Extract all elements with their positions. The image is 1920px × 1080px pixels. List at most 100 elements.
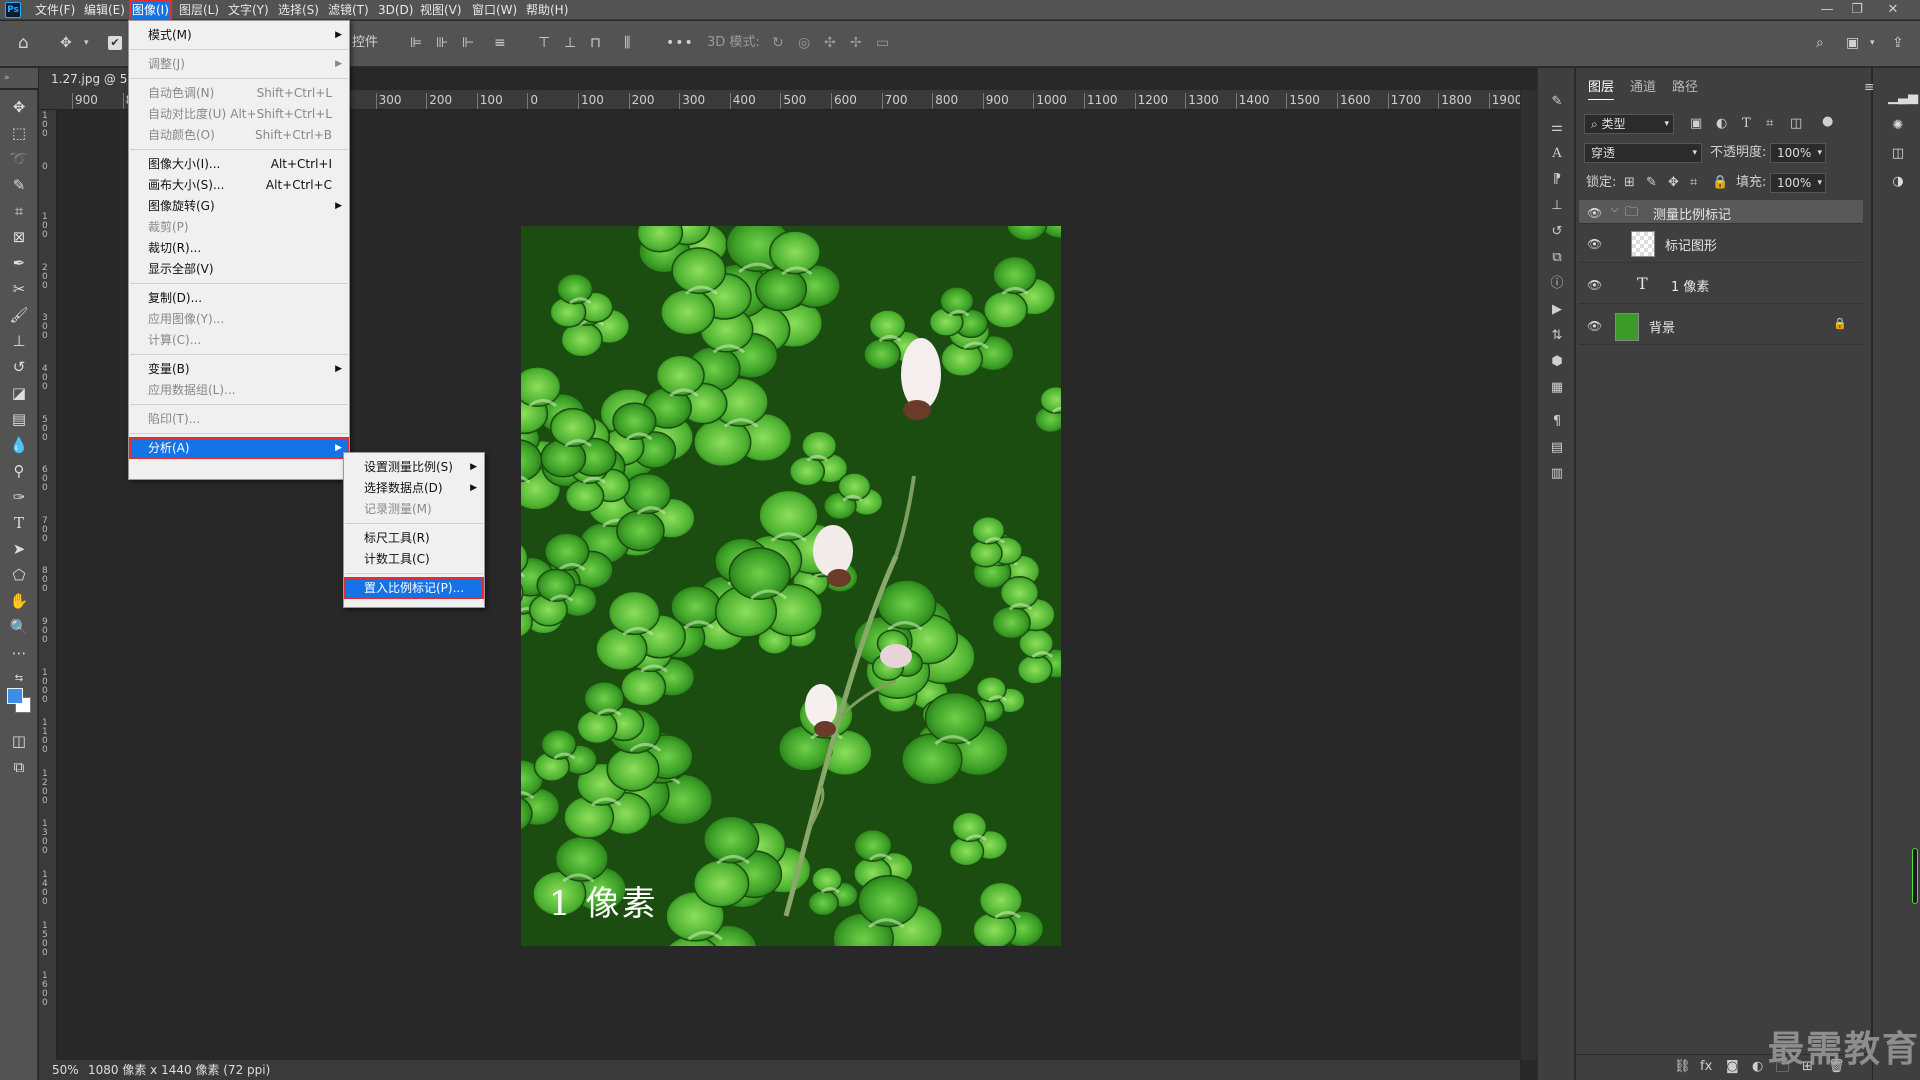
dodge-tool-icon[interactable]: ⚲ bbox=[8, 460, 30, 482]
zoom-tool-icon[interactable]: 🔍 bbox=[8, 616, 30, 638]
menu-layer[interactable]: 图层(L) bbox=[177, 0, 221, 20]
lock-transparent-icon[interactable]: ⊞ bbox=[1624, 173, 1635, 193]
pen-tool-icon[interactable]: ✑ bbox=[8, 486, 30, 508]
layer-row-text[interactable]: 👁 T 1 像素 bbox=[1579, 266, 1863, 304]
filter-smart-icon[interactable]: ◫ bbox=[1790, 114, 1802, 134]
align-right-icon[interactable]: ⊩ bbox=[462, 34, 474, 52]
quick-mask-icon[interactable]: ◫ bbox=[8, 730, 30, 752]
menu-image[interactable]: 图像(I) bbox=[129, 0, 172, 21]
eye-icon[interactable]: 👁 bbox=[1587, 319, 1602, 333]
add-mask-icon[interactable]: ◙ bbox=[1726, 1059, 1739, 1074]
libraries-icon[interactable]: ◫ bbox=[1888, 144, 1908, 164]
distribute-vertical-icon[interactable]: ⫼ bbox=[624, 34, 630, 52]
analysis-menu-item[interactable]: 置入比例标记(P)... bbox=[344, 577, 484, 599]
screen-mode-icon[interactable]: ⧉ bbox=[8, 756, 30, 778]
3d-icon[interactable]: ⬢ bbox=[1547, 352, 1567, 372]
image-menu-item[interactable]: 分析(A) ▶ bbox=[129, 437, 349, 459]
align-bottom-icon[interactable]: ⊓ bbox=[590, 34, 601, 52]
analysis-menu-item[interactable]: 标尺工具(R) bbox=[345, 528, 483, 548]
tab-paths[interactable]: 路径 bbox=[1672, 76, 1698, 100]
lock-artboard-icon[interactable]: ⌗ bbox=[1690, 173, 1697, 193]
menu-help[interactable]: 帮助(H) bbox=[524, 0, 570, 20]
image-menu-item[interactable]: 显示全部(V) bbox=[130, 259, 348, 279]
swap-colors-icon[interactable]: ⇆ bbox=[8, 668, 30, 690]
more-tools-icon[interactable]: ⋯ bbox=[8, 642, 30, 664]
document-image[interactable] bbox=[521, 226, 1061, 946]
chevron-down-icon[interactable]: ▾ bbox=[84, 34, 89, 52]
history-brush-tool-icon[interactable]: ↺ bbox=[8, 356, 30, 378]
eye-icon[interactable]: 👁 bbox=[1587, 237, 1602, 251]
menu-view[interactable]: 视图(V) bbox=[418, 0, 464, 20]
blur-tool-icon[interactable]: 💧 bbox=[8, 434, 30, 456]
move-tool-icon[interactable]: ✥ bbox=[8, 96, 30, 118]
close-icon[interactable]: ✕ bbox=[1878, 0, 1908, 20]
document-tab[interactable]: 1.27.jpg @ 50 bbox=[39, 68, 131, 90]
foreground-color-swatch-front[interactable] bbox=[7, 688, 23, 704]
fill-input[interactable]: 100% ▾ bbox=[1770, 173, 1826, 193]
layer-row-shape[interactable]: 👁 标记图形 bbox=[1579, 225, 1863, 263]
brush-settings-icon[interactable]: ✎ bbox=[1547, 92, 1567, 112]
filter-type-icon[interactable]: T bbox=[1742, 114, 1751, 134]
chevron-down-icon[interactable]: ▾ bbox=[1870, 34, 1875, 52]
menu-file[interactable]: 文件(F) bbox=[33, 0, 77, 20]
menu-edit[interactable]: 编辑(E) bbox=[82, 0, 127, 20]
toolbar-collapse[interactable]: » bbox=[0, 68, 38, 88]
eye-icon[interactable]: 👁 bbox=[1587, 278, 1602, 292]
navigator-icon[interactable]: ✺ bbox=[1888, 116, 1908, 136]
glyphs-icon[interactable]: ▥ bbox=[1547, 464, 1567, 484]
properties-icon[interactable]: ⇅ bbox=[1547, 326, 1567, 346]
3d-camera-icon[interactable]: ▭ bbox=[876, 34, 889, 52]
lock-image-icon[interactable]: ✎ bbox=[1646, 173, 1657, 193]
3d-pan-icon[interactable]: ✣ bbox=[824, 34, 836, 52]
restore-icon[interactable]: ❐ bbox=[1842, 0, 1872, 20]
image-menu-item[interactable]: 图像大小(I)... Alt+Ctrl+I bbox=[130, 154, 348, 174]
path-select-tool-icon[interactable]: ➤ bbox=[8, 538, 30, 560]
3d-slide-icon[interactable]: ✢ bbox=[850, 34, 862, 52]
filter-toggle-icon[interactable]: ● bbox=[1822, 112, 1833, 132]
lock-position-icon[interactable]: ✥ bbox=[1668, 173, 1679, 193]
quick-select-tool-icon[interactable]: ✎ bbox=[8, 174, 30, 196]
layer-comps-icon[interactable]: ⧉ bbox=[1547, 248, 1567, 268]
tab-layers[interactable]: 图层 bbox=[1588, 76, 1615, 100]
fx-icon[interactable]: fx bbox=[1700, 1059, 1712, 1074]
filter-pixel-icon[interactable]: ▣ bbox=[1690, 114, 1702, 134]
align-top-icon[interactable]: ⊤ bbox=[538, 34, 550, 52]
gradient-tool-icon[interactable]: ▤ bbox=[8, 408, 30, 430]
filter-shape-icon[interactable]: ⌗ bbox=[1766, 114, 1773, 134]
image-menu-item[interactable]: 变量(B) ▶ bbox=[130, 359, 348, 379]
menu-type[interactable]: 文字(Y) bbox=[226, 0, 271, 20]
clone-stamp-tool-icon[interactable]: ⊥ bbox=[8, 330, 30, 352]
layer-row-group[interactable]: 👁 ⌵ 🗀 测量比例标记 bbox=[1579, 200, 1863, 224]
image-menu-item[interactable]: 图像旋转(G) ▶ bbox=[130, 196, 348, 216]
menu-filter[interactable]: 滤镜(T) bbox=[326, 0, 371, 20]
paragraph-style-icon[interactable]: ⁋ bbox=[1547, 170, 1567, 190]
auto-select-checkbox[interactable]: ✔ bbox=[108, 36, 122, 50]
brush-tool-icon[interactable]: 🖌 bbox=[8, 304, 30, 326]
link-layers-icon[interactable]: ⛓ bbox=[1674, 1059, 1691, 1074]
paragraph-icon[interactable]: ¶ bbox=[1547, 412, 1567, 432]
color-icon[interactable]: ◑ bbox=[1888, 172, 1908, 192]
search-icon[interactable]: ⌕ bbox=[1816, 34, 1824, 52]
home-icon[interactable]: ⌂ bbox=[18, 34, 29, 52]
filter-kind-select[interactable]: ⌕ 类型 ▾ bbox=[1584, 114, 1674, 134]
history-icon[interactable]: ↺ bbox=[1547, 222, 1567, 242]
3d-roll-icon[interactable]: ◎ bbox=[798, 34, 810, 52]
clone-source-icon[interactable]: ⊥ bbox=[1547, 196, 1567, 216]
distribute-icon[interactable]: ≡ bbox=[494, 34, 506, 52]
filter-adjust-icon[interactable]: ◐ bbox=[1716, 114, 1727, 134]
histogram-icon[interactable]: ▁▃▅ bbox=[1888, 88, 1918, 108]
eye-icon[interactable]: 👁 bbox=[1587, 206, 1602, 220]
image-menu-item[interactable]: 画布大小(S)... Alt+Ctrl+C bbox=[130, 175, 348, 195]
document-info[interactable]: 1080 像素 x 1440 像素 (72 ppi) bbox=[88, 1060, 270, 1080]
table-icon[interactable]: ▦ bbox=[1547, 378, 1567, 398]
analysis-menu-item[interactable]: 设置测量比例(S) ▶ bbox=[345, 457, 483, 477]
notes-icon[interactable]: ▤ bbox=[1547, 438, 1567, 458]
tab-channels[interactable]: 通道 bbox=[1630, 76, 1656, 100]
analysis-menu-item[interactable]: 计数工具(C) bbox=[345, 549, 483, 569]
move-tool-icon[interactable]: ✥ bbox=[60, 34, 72, 52]
opacity-input[interactable]: 100% ▾ bbox=[1770, 143, 1826, 163]
healing-tool-icon[interactable]: ✂ bbox=[8, 278, 30, 300]
more-options-icon[interactable]: ••• bbox=[666, 34, 694, 52]
actions-play-icon[interactable]: ▶ bbox=[1547, 300, 1567, 320]
analysis-menu-item[interactable]: 选择数据点(D) ▶ bbox=[345, 478, 483, 498]
